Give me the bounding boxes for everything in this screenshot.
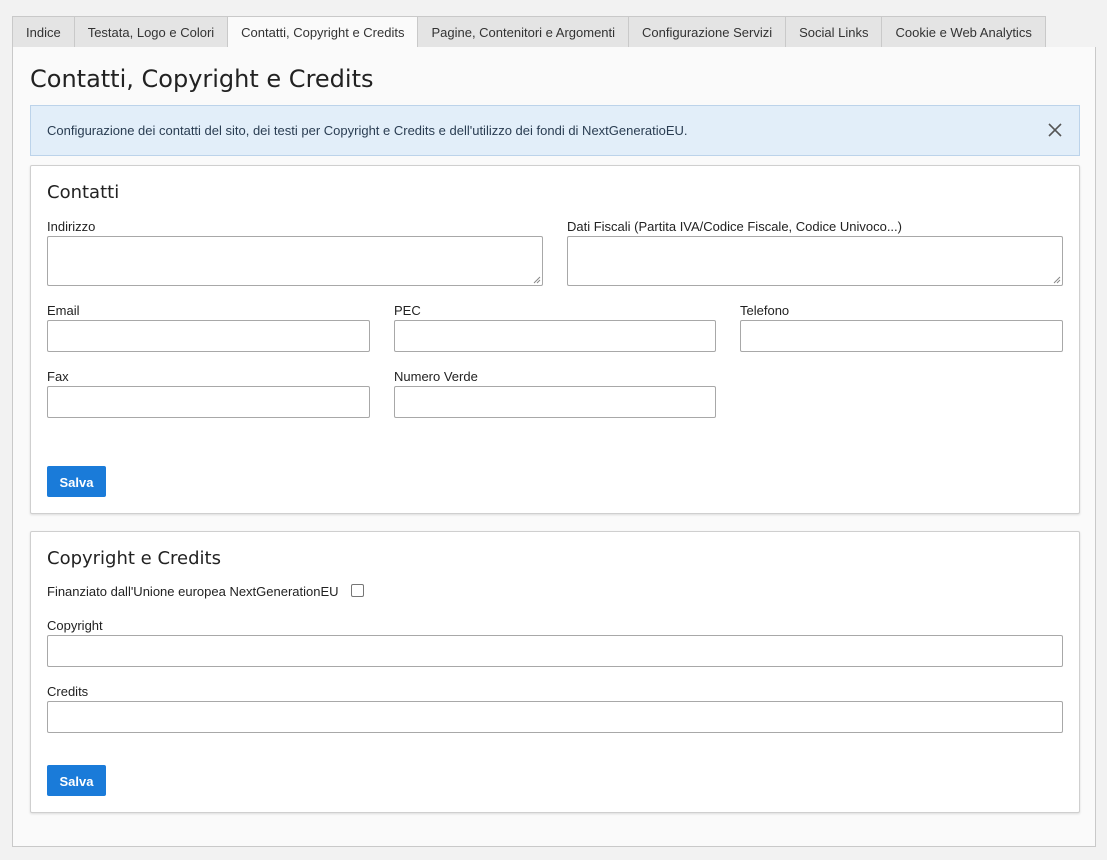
tab-pagine-contenitori-argomenti[interactable]: Pagine, Contenitori e Argomenti [417,16,630,47]
fiscal-textarea[interactable] [567,236,1063,286]
email-field[interactable] [47,320,370,352]
address-textarea[interactable] [47,236,543,286]
tab-configurazione-servizi[interactable]: Configurazione Servizi [628,16,787,47]
tollfree-label: Numero Verde [394,369,478,384]
eu-funded-label: Finanziato dall'Unione europea NextGener… [47,584,339,599]
phone-label: Telefono [740,303,790,318]
credits-field[interactable] [47,701,1063,733]
close-icon[interactable] [1045,120,1065,140]
copyright-save-button[interactable]: Salva [47,765,106,796]
fiscal-label: Dati Fiscali (Partita IVA/Codice Fiscale… [567,219,902,234]
phone-field[interactable] [740,320,1063,352]
copyright-title: Copyright e Credits [47,548,221,569]
tab-bar: Indice Testata, Logo e Colori Contatti, … [12,16,1096,48]
fax-label: Fax [47,369,69,384]
email-label: Email [47,303,80,318]
tab-indice[interactable]: Indice [12,16,75,47]
page-title: Contatti, Copyright e Credits [30,65,374,93]
tollfree-field[interactable] [394,386,716,418]
credits-label: Credits [47,684,89,699]
pec-field[interactable] [394,320,716,352]
tab-testata-logo-colori[interactable]: Testata, Logo e Colori [73,16,229,47]
fax-field[interactable] [47,386,370,418]
eu-funded-checkbox[interactable] [351,584,364,597]
copyright-label: Copyright [47,618,103,633]
address-label: Indirizzo [47,219,96,234]
contacts-card: Contatti Indirizzo Dati Fiscali (Partita… [30,165,1080,514]
info-notice: Configurazione dei contatti del sito, de… [30,105,1080,156]
tab-contatti-copyright-credits[interactable]: Contatti, Copyright e Credits [227,16,419,48]
copyright-card: Copyright e Credits Finanziato dall'Unio… [30,531,1080,813]
pec-label: PEC [394,303,421,318]
resize-handle-icon[interactable] [532,275,541,284]
tab-social-links[interactable]: Social Links [785,16,883,47]
resize-handle-icon[interactable] [1052,275,1061,284]
tab-panel: Contatti, Copyright e Credits Configuraz… [12,47,1096,847]
copyright-field[interactable] [47,635,1063,667]
tab-cookie-web-analytics[interactable]: Cookie e Web Analytics [881,16,1046,47]
contacts-save-button[interactable]: Salva [47,466,106,497]
contacts-title: Contatti [47,182,120,203]
notice-text: Configurazione dei contatti del sito, de… [47,123,688,138]
